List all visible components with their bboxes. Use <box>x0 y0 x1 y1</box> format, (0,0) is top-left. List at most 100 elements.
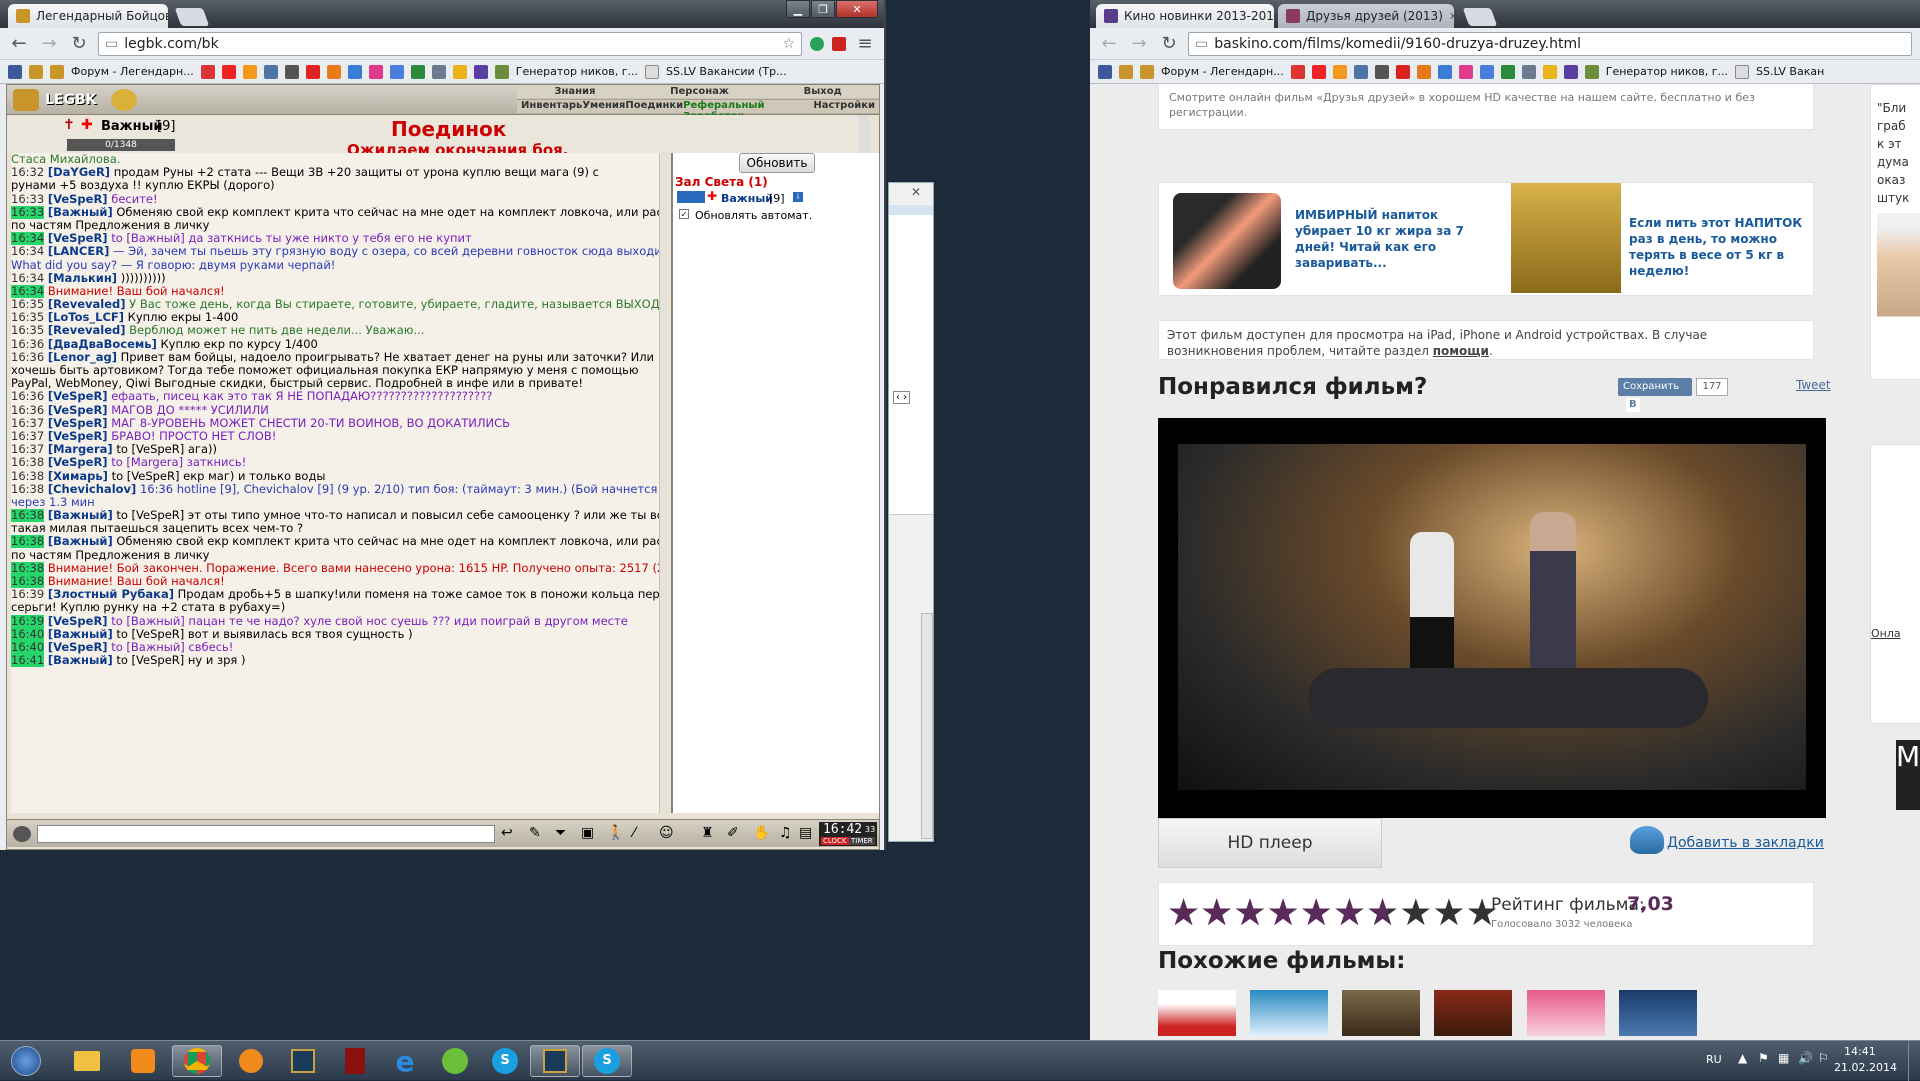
chat-time[interactable]: 16:38 <box>11 561 45 575</box>
chat-input[interactable] <box>37 825 495 843</box>
tray-network-icon[interactable]: ▦ <box>1778 1051 1789 1065</box>
new-tab-button[interactable] <box>1462 8 1498 26</box>
chat-time[interactable]: 16:34 <box>11 272 44 285</box>
back-arrow-icon[interactable]: ← <box>8 33 30 54</box>
extension-ss-icon[interactable] <box>832 36 846 51</box>
chat-time[interactable]: 16:36 <box>11 390 44 403</box>
bag-icon[interactable]: ♜ <box>701 825 714 841</box>
odnoklassniki-icon[interactable] <box>1332 64 1347 79</box>
poster-2012[interactable] <box>1618 990 1697 1036</box>
chat-time[interactable]: 16:37 <box>11 443 44 456</box>
chat-nick[interactable]: [Злостный Рубака] <box>48 588 174 601</box>
left-address-bar[interactable]: ▭ legbk.com/bk ☆ <box>98 31 802 56</box>
minimize-button[interactable]: ▁ <box>786 0 810 18</box>
send-icon[interactable]: ↩ <box>501 825 513 841</box>
taskbar-ie[interactable]: e <box>380 1045 430 1078</box>
generator-icon[interactable] <box>1584 64 1599 79</box>
bookmark-icon[interactable] <box>1542 64 1557 79</box>
menu-inventory[interactable]: Инвентарь <box>521 100 582 113</box>
chat-nick[interactable]: [VeSpeR] <box>48 404 108 417</box>
jars-image[interactable] <box>1511 183 1621 293</box>
restore-button[interactable]: ❐ <box>811 0 835 18</box>
ss-icon[interactable] <box>1735 64 1749 79</box>
chat-nick[interactable]: [Revevaled] <box>48 324 126 337</box>
chat-time[interactable]: 16:36 <box>11 404 44 417</box>
chat-time[interactable]: 16:38 <box>11 483 44 496</box>
bookmark-icon[interactable] <box>431 64 446 79</box>
auto-refresh-checkbox[interactable]: ✓ <box>679 209 689 219</box>
bookmark-forum[interactable]: Форум - Легендарн... <box>71 65 194 78</box>
poster-mashina-vremeni[interactable] <box>1158 990 1236 1036</box>
youtube-icon[interactable] <box>221 64 236 79</box>
chat-time[interactable]: 16:38 <box>11 535 45 549</box>
chat-nick[interactable]: [VeSpeR] <box>48 417 108 430</box>
taskbar-utorrent[interactable] <box>430 1045 480 1077</box>
forward-arrow-icon[interactable]: → <box>1128 33 1150 54</box>
scroll-icon[interactable]: ✐ <box>727 825 739 841</box>
filter-icon[interactable]: ⏷ <box>555 825 566 841</box>
taskbar-diablo[interactable] <box>330 1045 380 1077</box>
menu-battles[interactable]: Поединки <box>625 100 683 113</box>
right-tab-kino[interactable]: Кино новинки 2013-2014 ✕ <box>1096 4 1274 28</box>
youtube-icon[interactable] <box>1311 64 1326 79</box>
chat-nick[interactable]: [Малькин] <box>48 272 117 285</box>
person-icon[interactable]: 🚶 <box>607 825 624 841</box>
clock-date-text[interactable]: 21.02.2014 <box>1834 1061 1897 1074</box>
tray-arrow-icon[interactable]: ▲ <box>1738 1051 1747 1065</box>
fist-icon[interactable] <box>1119 64 1133 79</box>
chat-time[interactable]: 16:37 <box>11 417 44 430</box>
gmail-icon[interactable] <box>1290 64 1305 79</box>
odnoklassniki-icon[interactable] <box>242 64 257 79</box>
bookmark-icon[interactable] <box>473 64 488 79</box>
chat-time[interactable]: 16:36 <box>11 351 44 364</box>
bookmark-generator[interactable]: Генератор ников, г... <box>1606 65 1728 78</box>
chat-nick[interactable]: [VeSpeR] <box>48 390 108 403</box>
poster-film-5[interactable] <box>1526 990 1605 1036</box>
chrome-menu-icon[interactable]: ≡ <box>854 33 876 54</box>
bookmark-icon[interactable] <box>1437 64 1452 79</box>
chat-nick[interactable]: [VeSpeR] <box>48 456 108 469</box>
right-address-bar[interactable]: ▭ baskino.com/films/komedii/9160-druzya-… <box>1188 31 1912 56</box>
chat-time[interactable]: 16:39 <box>11 614 45 628</box>
chat-nick[interactable]: [VeSpeR] <box>48 232 108 245</box>
side-banner-link[interactable]: Онла <box>1871 627 1901 640</box>
bookmark-forum[interactable]: Форум - Легендарн... <box>1161 65 1284 78</box>
info-icon[interactable]: i <box>793 192 803 202</box>
bookmark-icon[interactable] <box>284 64 299 79</box>
menu-settings[interactable]: Настройки <box>813 100 875 113</box>
chat-nick[interactable]: [Важный] <box>48 535 113 548</box>
side-photo[interactable] <box>1877 213 1920 361</box>
chat-nick[interactable]: [Lenor_ag] <box>48 351 117 364</box>
chat-nick[interactable]: [LANCER] <box>48 245 110 258</box>
chat-nick[interactable]: [Важный] <box>48 654 113 667</box>
chat-time[interactable]: 16:38 <box>11 509 45 523</box>
chat-time[interactable]: 16:36 <box>11 338 44 351</box>
bookmark-icon[interactable] <box>1563 64 1578 79</box>
chat-time[interactable]: 16:32 <box>11 166 44 179</box>
reload-icon[interactable]: ↻ <box>68 33 90 54</box>
chat-nick[interactable]: [VeSpeR] <box>48 430 108 443</box>
poster-formula-lyubvi[interactable] <box>1250 990 1329 1036</box>
popup-nav-arrows[interactable]: ‹ › <box>893 391 911 404</box>
refresh-button[interactable]: Обновить <box>739 153 815 173</box>
chat-scrollbar[interactable] <box>659 153 669 813</box>
chat-nick[interactable]: [VeSpeR] <box>48 641 108 654</box>
menu-skills[interactable]: Умения <box>582 100 625 113</box>
rating-stars[interactable]: ★★★★★★★★★★ ★★★★★★★★★★ <box>1167 893 1499 933</box>
ginger-image[interactable] <box>1173 193 1281 289</box>
chat-nick[interactable]: [Revevaled] <box>48 298 126 311</box>
left-tab-legbk[interactable]: Легендарный Бойцовски ✕ <box>8 4 168 28</box>
bookmark-icon[interactable] <box>1458 64 1473 79</box>
chat-time[interactable]: 16:37 <box>11 430 44 443</box>
hd-player-button[interactable]: HD плеер <box>1158 818 1382 868</box>
chest-icon[interactable]: ▤ <box>799 825 812 841</box>
popup-close-icon[interactable]: ✕ <box>911 185 921 199</box>
bookmark-generator[interactable]: Генератор ников, г... <box>516 65 638 78</box>
bookmark-icon[interactable] <box>1500 64 1515 79</box>
taskbar-league-active[interactable] <box>530 1045 580 1077</box>
generator-icon[interactable] <box>494 64 509 79</box>
taskbar-explorer[interactable] <box>62 1045 112 1077</box>
poster-film-4[interactable] <box>1434 990 1513 1036</box>
taskbar-league[interactable] <box>278 1045 328 1077</box>
chat-time[interactable]: 16:35 <box>11 311 44 324</box>
